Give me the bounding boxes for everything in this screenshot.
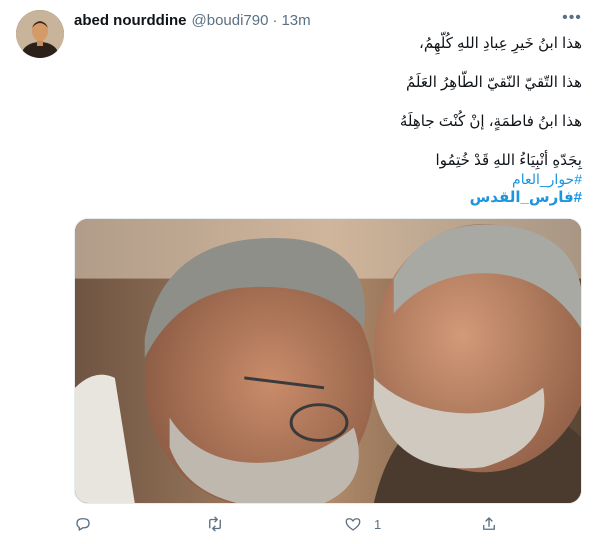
more-options-icon[interactable]: ••• [562, 8, 582, 28]
reply-button[interactable] [74, 512, 92, 536]
retweet-icon [206, 515, 224, 533]
tweet-line: بِجَدّهِ أنْبِيَاءُ اللهِ قَدْ خُتِمُوا [435, 152, 582, 169]
tweet-line: هذا التّقيّ النّقيّ الطّاهِرُ العَلَمُ [405, 74, 582, 91]
tweet[interactable]: abed nourddine @boudi790 · 13m ••• هذا ا… [0, 0, 598, 544]
tweet-actions: 1 [74, 512, 582, 536]
like-button[interactable]: 1 [344, 512, 381, 536]
hashtag-link[interactable]: #فارس_القدس [470, 188, 582, 208]
hashtag-link[interactable]: #حوار_العام [512, 170, 582, 188]
heart-icon [344, 515, 362, 533]
retweet-button[interactable] [206, 512, 224, 536]
avatar[interactable] [16, 10, 64, 58]
author-name[interactable]: abed nourddine [74, 12, 187, 29]
author-handle[interactable]: @boudi790 [192, 12, 269, 29]
tweet-line: هذا ابنُ فاطمَةٍ، إنْ كُنْتَ جاهِلَهُ [399, 113, 582, 130]
tweet-header: abed nourddine @boudi790 · 13m [74, 10, 311, 30]
separator: · [272, 11, 278, 29]
tweet-timestamp[interactable]: 13m [281, 12, 310, 29]
reply-icon [74, 515, 92, 533]
like-count: 1 [374, 516, 382, 532]
tweet-line: هذا ابنُ خَيرِ عِبادِ اللهِ كُلّهِمُ، [419, 35, 582, 52]
share-icon [480, 515, 498, 533]
tweet-photo[interactable] [74, 218, 582, 504]
share-button[interactable] [480, 512, 498, 536]
